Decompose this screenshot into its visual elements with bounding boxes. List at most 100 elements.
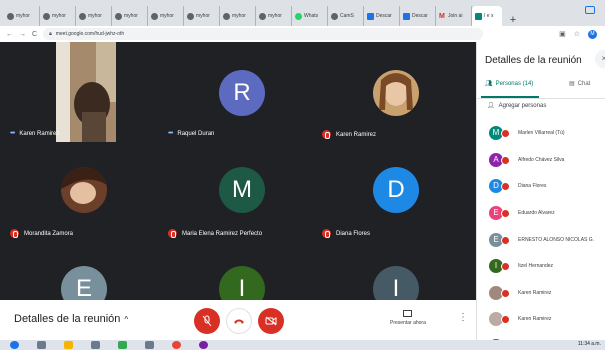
url-text: meet.google.com/hud-jwhz-oth xyxy=(55,31,125,37)
taskbar-app-icon[interactable] xyxy=(37,341,46,349)
camera-off-icon xyxy=(265,316,277,326)
camera-video xyxy=(56,42,116,142)
browser-tab[interactable]: Whats xyxy=(292,6,328,26)
reload-icon[interactable]: C xyxy=(32,31,37,38)
close-panel-button[interactable]: × xyxy=(595,50,605,68)
participant-tile[interactable]: Karen Ramirez xyxy=(320,42,472,139)
taskbar-app-icon[interactable] xyxy=(199,341,208,349)
window-controls xyxy=(585,6,595,14)
tab-people-label: Personas (14) xyxy=(495,80,534,87)
participant-avatar: M xyxy=(489,126,510,141)
browser-tab[interactable]: myhor xyxy=(4,6,40,26)
add-people-button[interactable]: 👤︎ Agregar personas xyxy=(487,102,547,110)
tab-label: CamS xyxy=(340,13,354,19)
participant-tile[interactable]: ••• Karen Ramirez xyxy=(8,42,160,142)
participant-tile[interactable]: E xyxy=(8,240,160,300)
folder-icon[interactable] xyxy=(64,341,73,349)
browser-tab[interactable]: Descar xyxy=(364,6,400,26)
participant-row[interactable]: Karen Ramirez xyxy=(477,280,605,307)
bookmark-star-icon[interactable]: ☆ xyxy=(574,30,580,38)
participant-name: Eduardo Alvarez xyxy=(518,210,555,217)
participant-name: Alfredo Chávez Silva xyxy=(518,156,565,163)
taskbar-app-icon[interactable] xyxy=(145,341,154,349)
participant-avatar: I xyxy=(219,266,265,300)
download-icon xyxy=(403,12,410,20)
participant-tile[interactable]: Morandita Zamora xyxy=(8,141,160,238)
tab-people[interactable]: 👥︎ Personas (14) xyxy=(485,80,534,88)
participant-photo xyxy=(373,70,419,116)
tab-label: Descar xyxy=(412,13,428,19)
video-grid: ••• Karen Ramirez R ••• Raquel Duran Kar… xyxy=(8,42,476,300)
participant-row[interactable]: E Eduardo Alvarez xyxy=(477,200,605,227)
add-person-icon: 👤︎ xyxy=(487,103,495,109)
participant-row[interactable]: D Diana Flores xyxy=(477,173,605,200)
profile-avatar[interactable]: M xyxy=(588,29,597,39)
muted-mic-icon xyxy=(501,129,510,139)
participant-name: Diana Flores xyxy=(518,183,547,190)
tab-label: I e x xyxy=(484,13,494,19)
browser-tab[interactable]: myhor xyxy=(148,6,184,26)
browser-tab[interactable]: myhor xyxy=(184,6,220,26)
globe-icon xyxy=(187,12,194,20)
participant-tile[interactable]: M Maria Elena Ramirez Perfecto xyxy=(166,141,318,238)
participant-row[interactable]: M Marlen Villarreal (Tú) xyxy=(477,120,605,147)
forward-icon[interactable]: → xyxy=(19,31,26,38)
chevron-up-icon: ^ xyxy=(124,314,129,324)
browser-tab[interactable]: M Join ai xyxy=(436,6,472,26)
start-button-icon[interactable] xyxy=(10,341,19,349)
participant-row[interactable]: llupe esquivel xyxy=(477,333,605,340)
participant-row[interactable]: Karen Ramirez xyxy=(477,306,605,333)
browser-tab[interactable]: CamS xyxy=(328,6,364,26)
leave-call-button[interactable] xyxy=(226,308,252,334)
participant-avatar: I xyxy=(373,266,419,300)
participant-avatar: M xyxy=(219,167,265,213)
camera-toggle-button[interactable] xyxy=(258,308,284,334)
muted-mic-icon xyxy=(501,155,510,165)
muted-mic-icon xyxy=(501,262,510,272)
tab-label: myhor xyxy=(232,13,246,19)
back-icon[interactable]: ← xyxy=(6,31,13,38)
meeting-control-bar: Detalles de la reunión ^ Presentar ahora… xyxy=(0,300,476,340)
participant-tile[interactable]: D Diana Flores xyxy=(320,141,472,238)
participant-row[interactable]: A Alfredo Chávez Silva xyxy=(477,147,605,174)
system-clock: 11:34 a.m. xyxy=(577,341,601,347)
browser-tab[interactable]: I e x xyxy=(472,6,502,26)
browser-tab[interactable]: myhor xyxy=(112,6,148,26)
participant-tile[interactable]: R ••• Raquel Duran xyxy=(166,42,318,138)
tab-label: myhor xyxy=(160,13,174,19)
browser-tab[interactable]: myhor xyxy=(256,6,292,26)
tab-label: myhor xyxy=(16,13,30,19)
new-tab-button[interactable]: + xyxy=(506,14,520,26)
participant-name: Marlen Villarreal (Tú) xyxy=(518,130,565,137)
restore-icon[interactable] xyxy=(585,6,595,14)
chrome-icon[interactable] xyxy=(172,341,181,349)
participant-row[interactable]: I Itzel Hernandez xyxy=(477,253,605,280)
tab-chat[interactable]: ▤ Chat xyxy=(569,80,590,88)
browser-tab[interactable]: myhor xyxy=(220,6,256,26)
browser-tab[interactable]: myhor xyxy=(76,6,112,26)
present-now-button[interactable]: Presentar ahora xyxy=(390,310,426,326)
speaking-indicator-icon: ••• xyxy=(168,130,173,137)
globe-icon xyxy=(151,12,158,20)
participant-avatar: D xyxy=(373,167,419,213)
participant-tile[interactable]: I xyxy=(166,240,318,300)
camera-permission-icon[interactable]: ▣ xyxy=(559,30,566,38)
participant-tile[interactable]: I xyxy=(320,240,472,300)
panel-tabs: 👥︎ Personas (14) ▤ Chat xyxy=(477,76,605,96)
whatsapp-icon xyxy=(295,12,302,20)
microphone-toggle-button[interactable] xyxy=(194,308,220,334)
os-taskbar: 11:34 a.m. xyxy=(0,340,605,350)
participant-name: Karen Ramirez xyxy=(518,316,552,323)
more-options-icon[interactable]: ⋮ xyxy=(458,312,468,323)
url-field[interactable]: 🔒︎ meet.google.com/hud-jwhz-oth xyxy=(43,28,484,40)
meeting-details-toggle[interactable]: Detalles de la reunión ^ xyxy=(14,313,128,325)
participant-row[interactable]: E ERNESTO ALONSO NICOLAS G. xyxy=(477,226,605,253)
taskbar-app-icon[interactable] xyxy=(91,341,100,349)
globe-icon xyxy=(115,12,122,20)
add-people-label: Agregar personas xyxy=(498,102,547,109)
browser-tab[interactable]: Descar xyxy=(400,6,436,26)
participant-list: M Marlen Villarreal (Tú) A Alfredo Chávez S… xyxy=(477,120,605,340)
taskbar-app-icon[interactable] xyxy=(118,341,127,349)
browser-tab[interactable]: myhor xyxy=(40,6,76,26)
meeting-details-label: Detalles de la reunión xyxy=(14,313,121,325)
